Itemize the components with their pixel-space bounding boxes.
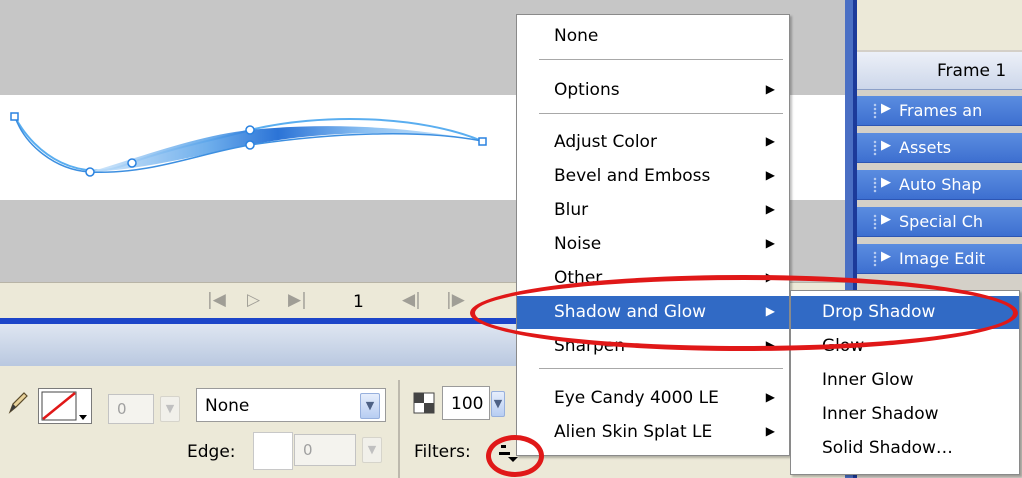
submenu-arrow-icon: ▶ <box>765 202 775 216</box>
frame-title: Frame 1 <box>937 61 1007 81</box>
panel-row-auto-shapes[interactable]: ▶ Auto Shap <box>857 170 1022 200</box>
panel-row-assets[interactable]: ▶ Assets <box>857 133 1022 163</box>
panel-row-frames[interactable]: ▶ Frames an <box>857 96 1022 126</box>
edge-swatch[interactable] <box>253 432 293 470</box>
stroke-style-select[interactable]: None <box>196 388 386 422</box>
expand-arrow-icon: ▶ <box>881 138 891 153</box>
menu-item-bevel-emboss[interactable]: Bevel and Emboss ▶ <box>517 160 789 193</box>
grip-icon[interactable] <box>873 214 877 230</box>
menu-item-blur[interactable]: Blur ▶ <box>517 194 789 227</box>
submenu-item-inner-shadow[interactable]: Inner Shadow <box>791 398 1019 431</box>
last-frame-icon[interactable]: ▶| <box>288 290 307 310</box>
panel-row-image-editing[interactable]: ▶ Image Edit <box>857 244 1022 274</box>
filters-menu: None Options ▶ Adjust Color ▶ Bevel and … <box>516 14 790 456</box>
stroke-width-field[interactable]: 0 <box>108 394 154 424</box>
play-icon[interactable]: ▷ <box>247 290 260 310</box>
menu-item-options[interactable]: Options ▶ <box>517 74 789 107</box>
grip-icon[interactable] <box>873 251 877 267</box>
first-frame-icon[interactable]: |◀ <box>207 290 226 310</box>
submenu-arrow-icon: ▶ <box>765 134 775 148</box>
expand-arrow-icon: ▶ <box>881 212 891 227</box>
menu-item-adjust-color[interactable]: Adjust Color ▶ <box>517 126 789 159</box>
menu-separator <box>539 59 783 60</box>
expand-arrow-icon: ▶ <box>881 249 891 264</box>
submenu-arrow-icon: ▶ <box>765 390 775 404</box>
edge-dropdown[interactable]: ▼ <box>362 437 382 463</box>
annotation-ellipse <box>470 275 1018 351</box>
expand-arrow-icon: ▶ <box>881 175 891 190</box>
submenu-item-solid-shadow[interactable]: Solid Shadow… <box>791 432 1019 465</box>
menu-separator <box>539 368 783 369</box>
grip-icon[interactable] <box>873 140 877 156</box>
frame-header: Frame 1 <box>857 52 1022 90</box>
submenu-arrow-icon: ▶ <box>765 236 775 250</box>
opacity-field[interactable]: 100 <box>442 386 490 420</box>
stroke-color-swatch[interactable] <box>38 388 92 424</box>
step-back-icon[interactable]: ◀| <box>402 290 421 310</box>
step-forward-icon[interactable]: |▶ <box>446 290 465 310</box>
submenu-item-inner-glow[interactable]: Inner Glow <box>791 364 1019 397</box>
grip-icon[interactable] <box>873 103 877 119</box>
edge-label: Edge: <box>187 442 236 462</box>
stroke-width-dropdown[interactable]: ▼ <box>160 396 180 422</box>
pencil-icon <box>8 392 28 414</box>
opacity-dropdown[interactable]: ▼ <box>491 391 505 417</box>
menu-separator <box>539 113 783 114</box>
panel-row-special-chars[interactable]: ▶ Special Ch <box>857 207 1022 237</box>
filters-label: Filters: <box>414 442 471 462</box>
submenu-arrow-icon: ▶ <box>765 424 775 438</box>
edge-value-field[interactable]: 0 <box>294 434 356 466</box>
expand-arrow-icon: ▶ <box>881 101 891 116</box>
opacity-icon <box>413 392 435 414</box>
stroke-style-dropdown[interactable]: ▼ <box>360 393 380 419</box>
frame-number: 1 <box>353 292 364 312</box>
menu-item-eye-candy[interactable]: Eye Candy 4000 LE ▶ <box>517 382 789 415</box>
menu-item-noise[interactable]: Noise ▶ <box>517 228 789 261</box>
divider <box>398 380 400 478</box>
grip-icon[interactable] <box>873 177 877 193</box>
annotation-circle <box>486 435 544 477</box>
right-panel-top <box>857 0 1022 50</box>
submenu-arrow-icon: ▶ <box>765 82 775 96</box>
submenu-arrow-icon: ▶ <box>765 168 775 182</box>
menu-item-none[interactable]: None <box>517 20 789 53</box>
menu-item-alien-skin[interactable]: Alien Skin Splat LE ▶ <box>517 416 789 449</box>
